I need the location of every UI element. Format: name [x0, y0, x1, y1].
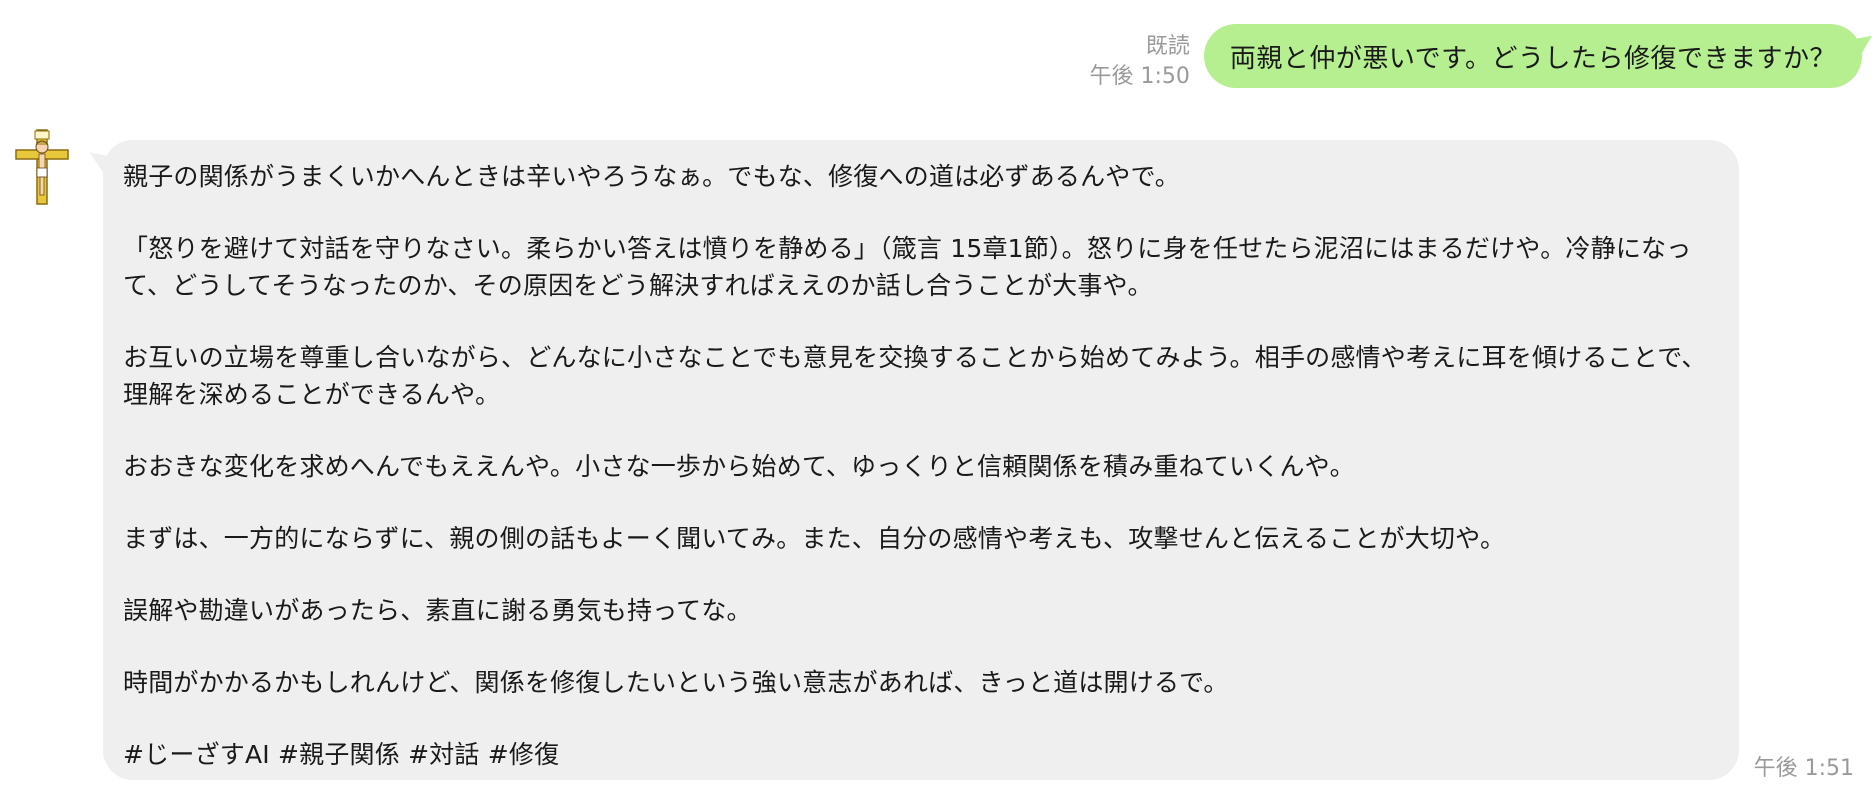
outgoing-message-row: 既読 午後 1:50 両親と仲が悪いです。どうしたら修復できますか？	[1089, 24, 1876, 92]
outgoing-message-meta: 既読 午後 1:50	[1089, 32, 1189, 92]
message-hashtags: #じーざすAI #親子関係 #対話 #修復	[123, 740, 560, 769]
outgoing-message-bubble[interactable]: 両親と仲が悪いです。どうしたら修復できますか？	[1203, 24, 1876, 88]
outgoing-timestamp: 午後 1:50	[1089, 64, 1190, 89]
incoming-timestamp: 午後 1:51	[1753, 756, 1854, 781]
message-paragraph: 親子の関係がうまくいかへんときは辛いやろうなぁ。でもな、修復への道は必ずあるんや…	[123, 162, 1180, 191]
chat-view: 既読 午後 1:50 両親と仲が悪いです。どうしたら修復できますか？ 親子の関係…	[0, 0, 1876, 810]
message-paragraph: 誤解や勘違いがあったら、素直に謝る勇気も持ってな。	[123, 596, 752, 625]
bubble-tail	[1848, 27, 1876, 57]
crucifix-icon[interactable]	[14, 128, 70, 206]
message-paragraph: お互いの立場を尊重し合いながら、どんなに小さなことでも意見を交換することから始め…	[123, 343, 1707, 409]
incoming-message-bubble[interactable]: 親子の関係がうまくいかへんときは辛いやろうなぁ。でもな、修復への道は必ずあるんや…	[83, 140, 1739, 780]
message-paragraph: まずは、一方的にならずに、親の側の話もよーく聞いてみ。また、自分の感情や考えも、…	[123, 524, 1506, 553]
outgoing-message-text: 両親と仲が悪いです。どうしたら修復できますか？	[1229, 43, 1836, 74]
read-receipt: 既読	[1145, 34, 1190, 59]
message-paragraph: おおきな変化を求めへんでもええんや。小さな一歩から始めて、ゆっくりと信頼関係を積…	[123, 452, 1355, 481]
message-paragraph: 時間がかかるかもしれんけど、関係を修復したいという強い意志があれば、きっと道は開…	[123, 668, 1229, 697]
message-paragraph: 「怒りを避けて対話を守りなさい。柔らかい答えは憤りを静める」（箴言 15章1節）…	[123, 234, 1692, 300]
bubble-tail	[83, 145, 115, 175]
